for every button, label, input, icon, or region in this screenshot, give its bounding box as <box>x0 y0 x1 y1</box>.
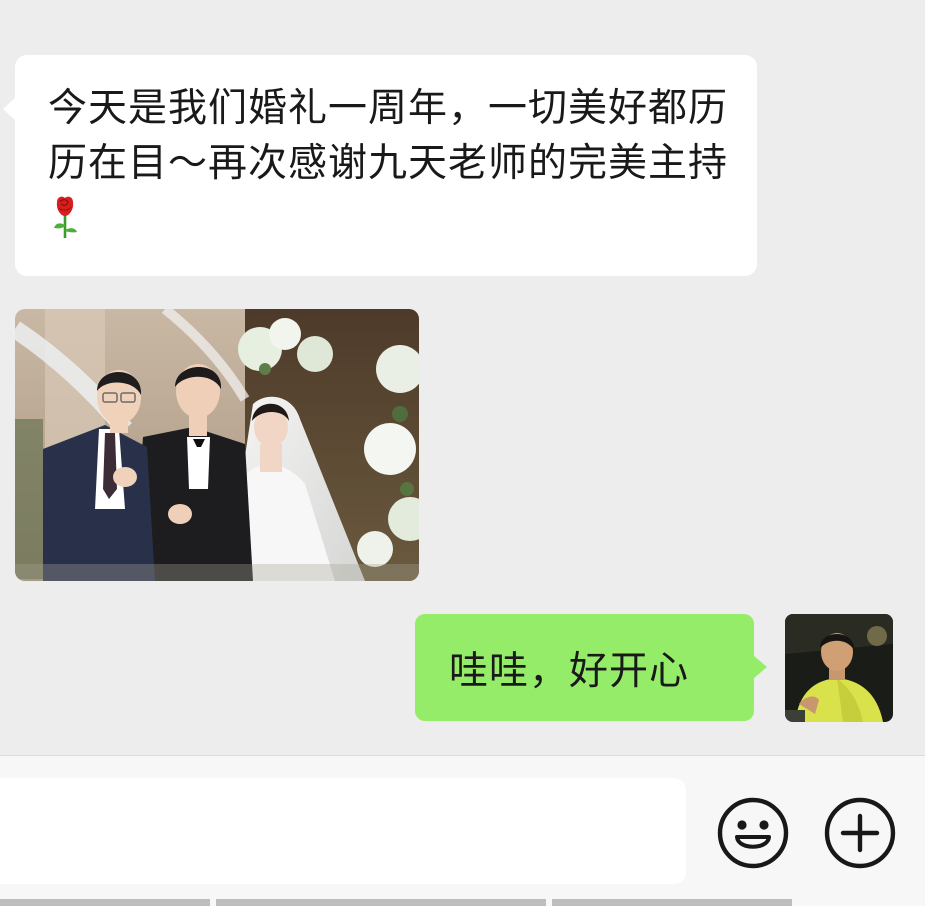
outgoing-message-text: 哇哇，好开心 <box>449 648 690 694</box>
keyboard-suggestion-strip <box>0 899 925 906</box>
avatar-image <box>785 614 893 722</box>
incoming-message-text: 今天是我们婚礼一周年，一切美好都历历在目～再次感谢九天老师的完美主持 <box>48 86 729 186</box>
user-avatar[interactable] <box>785 614 893 722</box>
strip-segment <box>216 899 546 906</box>
smiley-icon[interactable] <box>716 796 790 870</box>
chat-screen: 今天是我们婚礼一周年，一切美好都历历在目～再次感谢九天老师的完美主持 哇哇，好开… <box>0 0 925 906</box>
wedding-photo-message[interactable] <box>15 309 419 581</box>
incoming-message-content: 今天是我们婚礼一周年，一切美好都历历在目～再次感谢九天老师的完美主持 <box>48 81 729 246</box>
outgoing-message-bubble[interactable]: 哇哇，好开心 <box>415 614 767 721</box>
message-list[interactable]: 今天是我们婚礼一周年，一切美好都历历在目～再次感谢九天老师的完美主持 哇哇，好开… <box>0 0 925 755</box>
strip-segment <box>0 899 210 906</box>
input-bar <box>0 755 925 906</box>
plus-circle-icon[interactable] <box>823 796 897 870</box>
message-input[interactable] <box>0 778 686 884</box>
rose-icon <box>50 195 80 239</box>
strip-segment <box>552 899 792 906</box>
incoming-message-bubble[interactable]: 今天是我们婚礼一周年，一切美好都历历在目～再次感谢九天老师的完美主持 <box>3 55 757 276</box>
wedding-photo-image <box>15 309 419 581</box>
